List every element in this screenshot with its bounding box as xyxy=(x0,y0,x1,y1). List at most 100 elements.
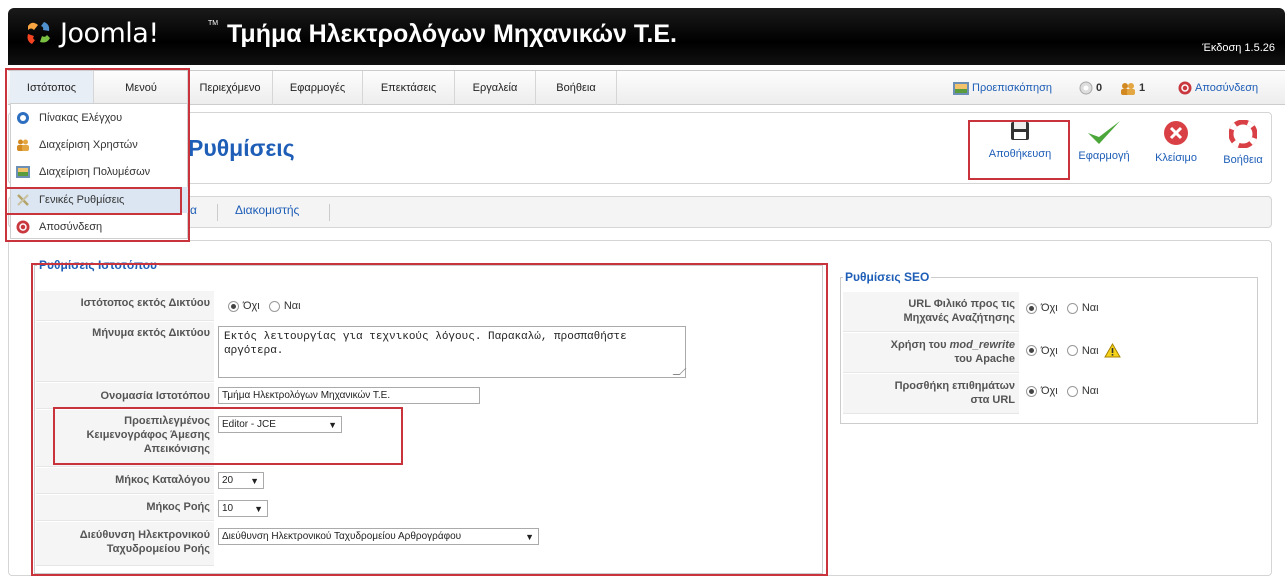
tab-separator xyxy=(329,204,330,221)
editor-label: Προεπιλεγμένος Κειμενογράφος Άμεσης Απει… xyxy=(36,410,214,467)
logout-icon xyxy=(1178,81,1192,95)
site-name-input[interactable]: Τμήμα Ηλεκτρολόγων Μηχανικών Τ.Ε. xyxy=(218,387,480,404)
close-label: Κλείσιμο xyxy=(1155,152,1197,164)
menu-extensions-label: Επεκτάσεις xyxy=(380,82,437,94)
tab-server[interactable]: Διακομιστής xyxy=(235,203,299,217)
site-title: Τμήμα Ηλεκτρολόγων Μηχανικών Τ.Ε. xyxy=(227,20,677,48)
feed-length-select[interactable]: 10 ▼ xyxy=(218,500,268,517)
offline-no-label: Όχι xyxy=(243,300,260,313)
dropdown-media-manager[interactable]: Διαχείριση Πολυμέσων xyxy=(11,159,188,185)
dropdown-media-manager-label: Διαχείριση Πολυμέσων xyxy=(39,166,151,178)
dropdown-global-configuration-label: Γενικές Ρυθμίσεις xyxy=(39,194,125,206)
menu-components-label: Εφαρμογές xyxy=(289,82,346,94)
dropdown-logout[interactable]: Αποσύνδεση xyxy=(11,214,188,240)
list-length-value: 20 xyxy=(222,475,234,486)
logout-link[interactable]: Αποσύνδεση xyxy=(1178,71,1258,105)
sef-no-label: Όχι xyxy=(1041,302,1058,315)
list-length-select[interactable]: 20 ▼ xyxy=(218,472,264,489)
dropdown-logout-label: Αποσύνδεση xyxy=(39,221,103,233)
resize-handle[interactable] xyxy=(672,368,687,375)
menu-tools[interactable]: Εργαλεία xyxy=(455,71,536,105)
dropdown-global-configuration[interactable]: Γενικές Ρυθμίσεις xyxy=(11,187,188,213)
sef-label-line1: URL Φιλικό προς τις xyxy=(908,298,1015,310)
messages-icon xyxy=(1079,81,1093,95)
page-title: Ρυθμίσεις xyxy=(188,135,295,161)
chevron-down-icon: ▼ xyxy=(328,420,337,430)
sef-yes-radio[interactable] xyxy=(1066,302,1078,314)
dropdown-control-panel[interactable]: Πίνακας Ελέγχου xyxy=(11,105,188,131)
rewrite-no-radio[interactable] xyxy=(1026,345,1037,356)
rewrite-yes-label: Ναι xyxy=(1081,344,1099,357)
trademark: TM xyxy=(208,20,219,27)
rewrite-yes-radio[interactable] xyxy=(1066,345,1078,356)
sef-radio-group: Όχι Ναι xyxy=(1026,302,1105,314)
menu-content-label: Περιεχόμενο xyxy=(199,82,261,94)
menu-extensions[interactable]: Επεκτάσεις xyxy=(363,71,455,105)
tab-partial[interactable]: α xyxy=(190,203,197,217)
settings-tabs xyxy=(8,196,1272,228)
editor-select[interactable]: Editor - JCE ▼ xyxy=(218,416,342,433)
feed-length-value: 10 xyxy=(222,503,234,514)
help-button[interactable]: Βοήθεια xyxy=(1212,116,1274,180)
suffix-yes-label: Ναι xyxy=(1081,385,1099,398)
sef-label: URL Φιλικό προς τις Μηχανές Αναζήτησης xyxy=(843,292,1019,332)
menu-menus[interactable]: Μενού xyxy=(95,71,188,105)
offline-radio-group: Όχι Ναι xyxy=(228,300,307,312)
feed-length-label-text: Μήκος Ροής xyxy=(146,501,210,513)
chevron-down-icon: ▼ xyxy=(525,532,534,542)
preview-link[interactable]: Προεπισκόπηση xyxy=(953,71,1052,105)
users-count: 1 xyxy=(1139,82,1146,94)
save-button[interactable]: Αποθήκευση xyxy=(975,116,1065,180)
save-icon xyxy=(1011,122,1029,140)
preview-label: Προεπισκόπηση xyxy=(972,82,1052,94)
menu-content[interactable]: Περιεχόμενο xyxy=(188,71,273,105)
feed-email-select[interactable]: Διεύθυνση Ηλεκτρονικού Ταχυδρομείου Αρθρ… xyxy=(218,528,539,545)
feed-email-label-line1: Διεύθυνση Ηλεκτρονικού xyxy=(79,529,210,541)
rewrite-label-em: mod_rewrite xyxy=(949,339,1015,351)
media-icon xyxy=(16,166,30,178)
feed-email-label: Διεύθυνση Ηλεκτρονικού Ταχυδρομείου Ροής xyxy=(36,522,214,566)
close-button[interactable]: Κλείσιμο xyxy=(1143,116,1209,180)
joomla-logo-text: Joomla! xyxy=(60,18,159,49)
offline-label-text: Ιστότοπος εκτός Δικτύου xyxy=(80,297,210,309)
menu-help[interactable]: Βοήθεια xyxy=(536,71,617,105)
suffix-yes-radio[interactable] xyxy=(1066,385,1078,397)
feed-email-value: Διεύθυνση Ηλεκτρονικού Ταχυδρομείου Αρθρ… xyxy=(222,531,462,542)
offline-message-label: Μήνυμα εκτός Δικτύου xyxy=(36,322,214,382)
sef-yes-label: Ναι xyxy=(1081,302,1099,315)
offline-yes-radio[interactable] xyxy=(268,300,280,312)
seo-settings-legend: Ρυθμίσεις SEO xyxy=(845,270,930,284)
menu-menus-label: Μενού xyxy=(125,82,157,94)
suffix-no-radio[interactable] xyxy=(1026,385,1037,397)
messages-indicator[interactable]: 0 xyxy=(1079,71,1102,105)
menu-components[interactable]: Εφαρμογές xyxy=(273,71,363,105)
apply-button[interactable]: Εφαρμογή xyxy=(1068,116,1140,180)
menu-site[interactable]: Ιστότοπος xyxy=(10,71,94,105)
suffix-label: Προσθήκη επιθημάτων στα URL xyxy=(843,374,1019,414)
rewrite-label-line2: του Apache xyxy=(954,353,1015,365)
editor-label-line2: Κειμενογράφος Άμεσης xyxy=(86,429,210,441)
help-label: Βοήθεια xyxy=(1223,154,1263,166)
apply-check-icon xyxy=(1088,121,1120,144)
sef-no-radio[interactable] xyxy=(1026,302,1037,314)
offline-message-label-text: Μήνυμα εκτός Δικτύου xyxy=(92,327,210,339)
list-length-label: Μήκος Καταλόγου xyxy=(36,468,214,494)
admin-header: Joomla! TM Τμήμα Ηλεκτρολόγων Μηχανικών … xyxy=(8,8,1285,65)
joomla-logo-icon xyxy=(27,22,50,44)
menu-tools-label: Εργαλεία xyxy=(472,82,518,94)
dropdown-user-manager-label: Διαχείριση Χρηστών xyxy=(39,139,138,151)
editor-label-line3: Απεικόνισης xyxy=(143,443,210,455)
offline-message-textarea[interactable]: Εκτός λειτουργίας για τεχνικούς λόγους. … xyxy=(218,326,687,378)
suffix-radio-group: Όχι Ναι xyxy=(1026,385,1105,397)
chevron-down-icon: ▼ xyxy=(250,476,259,486)
admin-menubar: Ιστότοπος Μενού Περιεχόμενο Εφαρμογές Επ… xyxy=(8,70,1285,105)
rewrite-label: Χρήση του mod_rewrite του Apache xyxy=(843,333,1019,373)
offline-no-radio[interactable] xyxy=(228,300,239,312)
site-name-label-text: Ονομασία Ιστοτόπου xyxy=(100,390,210,402)
rewrite-radio-group: Όχι Ναι xyxy=(1026,342,1121,358)
offline-yes-label: Ναι xyxy=(283,300,301,313)
rewrite-label-part1: Χρήση του xyxy=(890,339,947,351)
dropdown-user-manager[interactable]: Διαχείριση Χρηστών xyxy=(11,132,188,158)
users-indicator[interactable]: 1 xyxy=(1120,71,1145,105)
editor-select-value: Editor - JCE xyxy=(222,419,276,430)
